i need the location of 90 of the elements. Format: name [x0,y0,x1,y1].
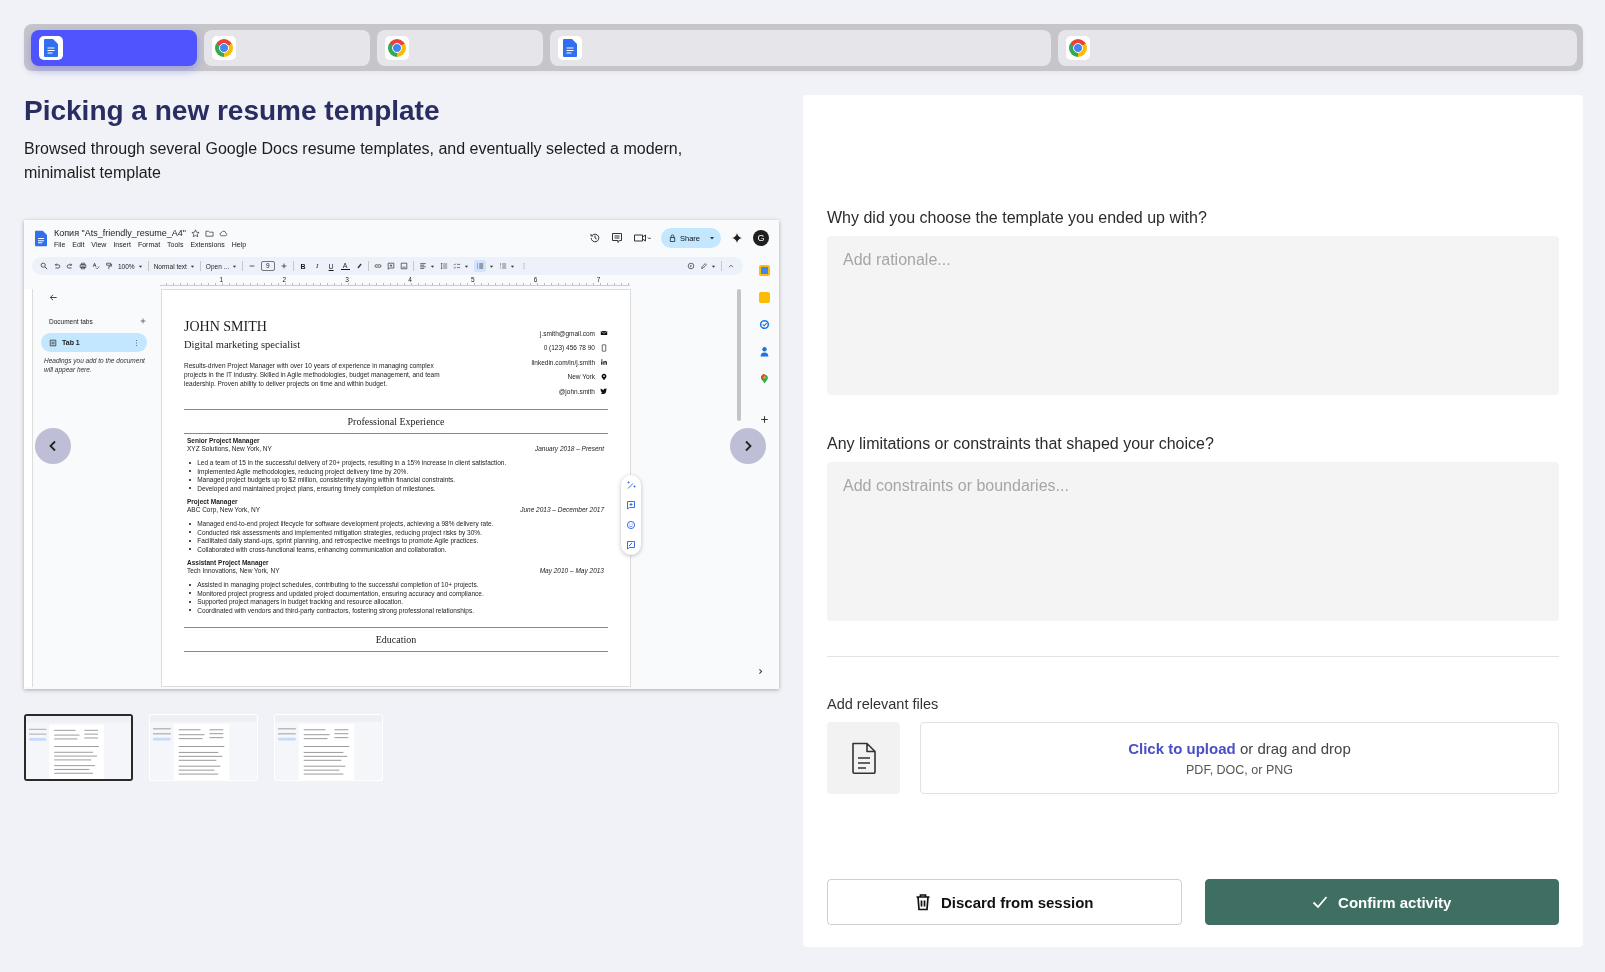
upload-link[interactable]: Click to upload [1128,739,1236,757]
caret-icon [232,263,237,269]
checkmark-icon [1312,895,1329,909]
section-heading: Education [184,627,608,652]
align-icon[interactable] [418,262,427,270]
thumbnail[interactable] [149,714,258,781]
discard-button[interactable]: Discard from session [827,879,1182,925]
caret-icon [709,235,715,241]
redo-icon[interactable] [66,262,74,270]
browser-logo-icon [385,36,409,60]
link-icon[interactable] [373,262,382,270]
document-icon [39,36,63,60]
question-label: Any limitations or constraints that shaped your choice? [827,434,1215,454]
more-icon [134,338,139,347]
bird-icon [600,387,608,396]
map-pin-icon[interactable] [758,373,770,384]
minus-icon[interactable] [248,262,256,270]
answer-box[interactable]: Add rationale... [827,236,1559,395]
folder-icon[interactable] [204,229,214,238]
envelope-icon [600,329,608,338]
caret-icon [509,263,515,269]
files-label: Add relevant files [827,695,940,714]
file-formats: PDF, DOC, or PNG [1186,762,1293,777]
section-heading: Professional Experience [184,409,608,434]
confirm-button[interactable]: Confirm activity [1204,879,1559,925]
plus-icon[interactable] [758,414,770,425]
star-icon[interactable] [190,229,200,238]
trash-icon [914,893,931,911]
document-title: Копия "Ats_friendly_resume_A4" [54,228,186,239]
tasks-icon[interactable] [758,319,770,330]
document-icon [35,230,47,247]
question-label: Why did you choose the template you ended up with? [827,208,1208,228]
video-call-icon[interactable] [633,232,651,244]
spellcheck-icon[interactable] [92,262,100,270]
activity-icon[interactable] [687,262,695,270]
browser-tab[interactable] [204,30,370,66]
linkedin-icon [600,358,608,367]
paint-format-icon[interactable] [105,262,113,270]
caret-icon [137,263,143,269]
calendar-icon[interactable] [758,265,770,276]
numbered-list-icon[interactable] [498,262,507,270]
add-comment-icon[interactable] [386,262,395,270]
answer-box[interactable]: Add constraints or boundaries... [827,462,1559,621]
activity-title: Picking a new resume template [24,94,441,128]
document-icon [850,742,877,774]
account-avatar[interactable]: G [753,230,769,246]
phone-icon [600,343,608,352]
image-icon[interactable] [399,262,408,270]
document-icon [558,36,582,60]
thumbnail[interactable] [274,714,383,781]
thumbnail[interactable] [24,714,133,781]
cloud-icon[interactable] [218,229,228,238]
upload-dropzone[interactable]: Click to upload or drag and drop PDF, DOC, or PNG [920,722,1559,794]
caret-icon [189,263,195,269]
magic-pencil-icon[interactable] [626,480,636,490]
bulleted-list-icon[interactable] [473,260,486,272]
undo-icon[interactable] [53,262,61,270]
activity-description: Browsed through several Google Docs resume templates, and eventually selected a modern, minimalist template [24,139,684,183]
history-icon[interactable] [589,232,601,244]
caret-icon [463,263,469,269]
suggest-edit-icon[interactable] [626,540,636,550]
comment-icon[interactable] [611,232,623,244]
browser-tab[interactable] [377,30,543,66]
previous-button[interactable] [35,428,71,464]
caret-icon [488,263,494,269]
collapse-icon[interactable] [727,262,735,270]
location-pin-icon [600,372,608,381]
emoji-icon[interactable] [626,520,636,530]
sparkle-icon[interactable] [731,232,743,244]
browser-logo-icon [212,36,236,60]
back-arrow-icon[interactable] [49,293,58,302]
caret-icon [429,263,435,269]
resume-role: Digital marketing specialist [184,338,302,352]
add-comment-icon[interactable] [626,500,636,510]
browser-logo-icon [1066,36,1090,60]
line-spacing-icon[interactable] [439,262,448,270]
print-icon[interactable] [79,262,87,270]
person-icon[interactable] [758,346,770,357]
resume-name: JOHN SMITH [184,318,268,336]
caret-icon [711,263,716,269]
highlighter-icon[interactable] [354,262,363,270]
upload-prompt: Click to upload or drag and drop [1128,739,1351,757]
tab-icon [49,338,57,347]
lock-icon [669,234,676,242]
scrollbar[interactable] [737,289,741,421]
browser-tab[interactable] [31,30,197,66]
add-tab-icon[interactable] [139,317,147,325]
checklist-icon[interactable] [452,262,461,270]
pencil-icon[interactable] [700,262,708,270]
search-icon[interactable] [40,262,48,270]
